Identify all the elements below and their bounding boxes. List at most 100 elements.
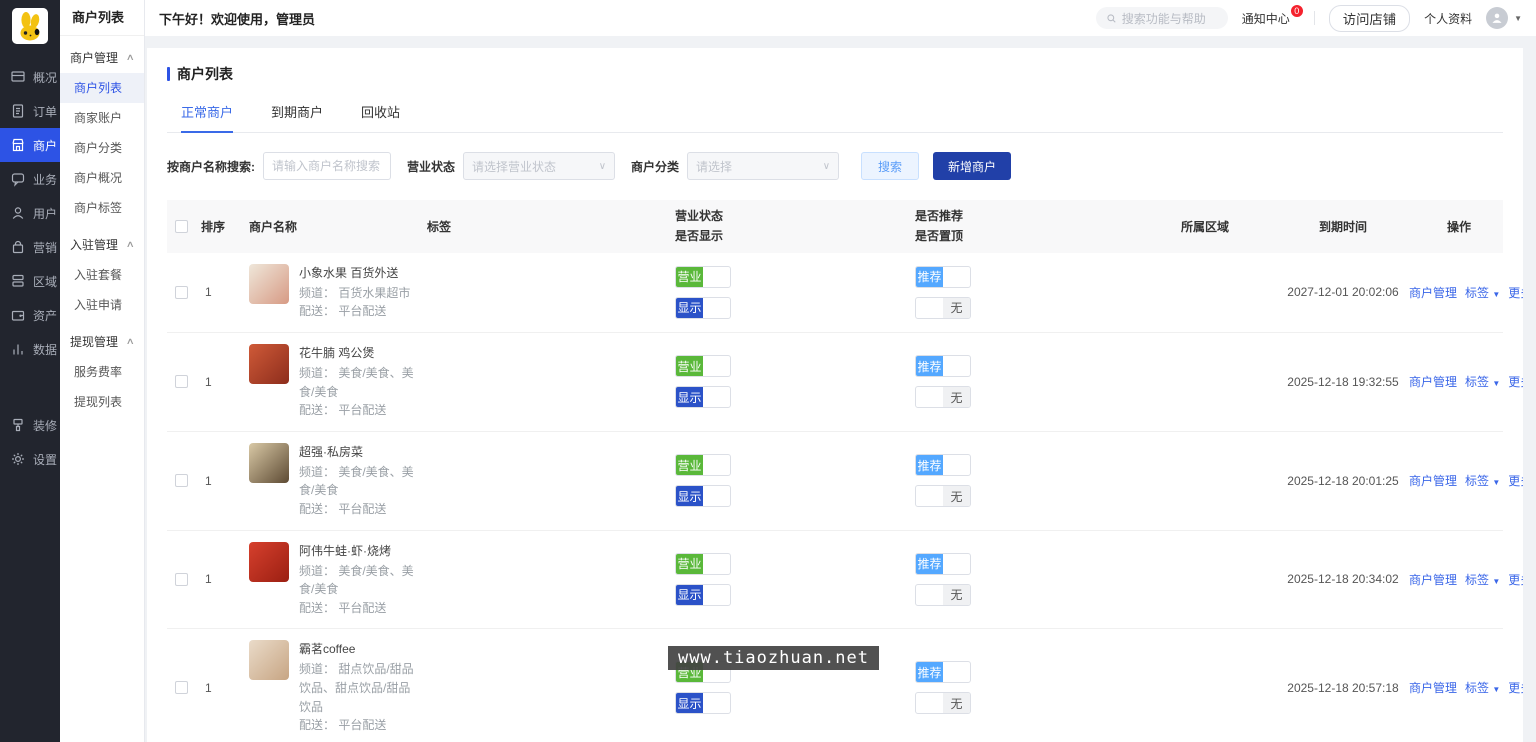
- manage-merchant-link[interactable]: 商户管理: [1409, 373, 1457, 390]
- tag-dropdown[interactable]: 标签 ▼: [1465, 373, 1500, 390]
- tag-dropdown[interactable]: 标签 ▼: [1465, 571, 1500, 588]
- show-status-toggle[interactable]: 显示: [675, 386, 731, 408]
- chart-icon: [10, 341, 26, 357]
- merchant-name-cell: 花牛腩 鸡公煲 频道： 美食/美食、美食/美食 配送： 平台配送: [249, 344, 427, 420]
- sidebar-item-settings[interactable]: 设置: [0, 442, 60, 476]
- open-status-toggle[interactable]: 营业: [675, 553, 731, 575]
- submenu-item[interactable]: 商户分类: [60, 133, 144, 163]
- chevron-up-icon: ∧: [126, 336, 135, 347]
- submenu-item[interactable]: 商户概况: [60, 163, 144, 193]
- recommend-toggle[interactable]: 推荐: [915, 661, 971, 683]
- submenu-item[interactable]: 商户列表: [60, 73, 144, 103]
- visit-shop-button[interactable]: 访问店铺: [1329, 5, 1410, 32]
- tag-dropdown[interactable]: 标签 ▼: [1465, 679, 1500, 696]
- submenu-group-header[interactable]: 提现管理 ∧: [60, 320, 144, 357]
- sidebar-item-marketing[interactable]: 营销: [0, 230, 60, 264]
- add-merchant-button[interactable]: 新增商户: [933, 152, 1011, 180]
- notification-center-link[interactable]: 通知中心 0: [1242, 10, 1300, 27]
- open-status-toggle[interactable]: 营业: [675, 454, 731, 476]
- submenu-item[interactable]: 入驻套餐: [60, 260, 144, 290]
- merchant-thumbnail: [249, 542, 289, 582]
- sidebar-item-business[interactable]: 业务: [0, 162, 60, 196]
- manage-merchant-link[interactable]: 商户管理: [1409, 571, 1457, 588]
- submenu-item[interactable]: 服务费率: [60, 357, 144, 387]
- submenu-item[interactable]: 商户标签: [60, 193, 144, 223]
- row-checkbox[interactable]: [175, 286, 188, 299]
- tab-到期商户[interactable]: 到期商户: [271, 102, 323, 132]
- show-status-toggle[interactable]: 显示: [675, 692, 731, 714]
- recommend-toggle[interactable]: 推荐: [915, 454, 971, 476]
- sidebar-item-fitment[interactable]: 装修: [0, 408, 60, 442]
- tab-正常商户[interactable]: 正常商户: [181, 102, 233, 132]
- more-dropdown[interactable]: 更多 ▼: [1508, 679, 1523, 696]
- table-row: 1 阿伟牛蛙·虾·烧烤 频道： 美食/美食、美食/美食 配送： 平台配送 营业 …: [167, 531, 1503, 630]
- more-dropdown[interactable]: 更多 ▼: [1508, 373, 1523, 390]
- chevron-up-icon: ∧: [126, 52, 135, 63]
- submenu-group-label: 提现管理: [70, 333, 118, 350]
- category-select[interactable]: 请选择∨: [687, 152, 839, 180]
- submenu-item[interactable]: 入驻申请: [60, 290, 144, 320]
- submenu-group-header[interactable]: 入驻管理∧: [60, 223, 144, 260]
- merchant-name-cell: 小象水果 百货外送 频道： 百货水果超市 配送： 平台配送: [249, 264, 427, 321]
- row-checkbox[interactable]: [175, 474, 188, 487]
- merchant-delivery: 配送： 平台配送: [299, 401, 417, 420]
- more-dropdown[interactable]: 更多 ▼: [1508, 571, 1523, 588]
- top-toggle[interactable]: 无: [915, 692, 971, 714]
- sidebar-item-region[interactable]: 区域: [0, 264, 60, 298]
- profile-link[interactable]: 个人资料: [1424, 10, 1472, 27]
- sidebar-item-merchants[interactable]: 商户: [0, 128, 60, 162]
- top-toggle[interactable]: 无: [915, 485, 971, 507]
- avatar-caret-icon[interactable]: ▼: [1514, 14, 1522, 23]
- sidebar-item-label: 资产: [33, 307, 57, 324]
- global-search-input[interactable]: 搜索功能与帮助: [1096, 7, 1228, 29]
- col-expire: 到期时间: [1277, 218, 1409, 235]
- col-action: 操作: [1409, 218, 1503, 235]
- merchant-channel: 频道： 美食/美食、美食/美食: [299, 463, 417, 500]
- avatar[interactable]: [1486, 7, 1508, 29]
- top-toggle[interactable]: 无: [915, 386, 971, 408]
- recommend-toggle[interactable]: 推荐: [915, 553, 971, 575]
- tab-回收站[interactable]: 回收站: [361, 102, 400, 132]
- more-dropdown[interactable]: 更多 ▼: [1508, 284, 1523, 301]
- manage-merchant-link[interactable]: 商户管理: [1409, 284, 1457, 301]
- open-status-toggle[interactable]: 营业: [675, 355, 731, 377]
- tag-dropdown[interactable]: 标签 ▼: [1465, 472, 1500, 489]
- submenu-item[interactable]: 商家账户: [60, 103, 144, 133]
- recommend-toggle[interactable]: 推荐: [915, 266, 971, 288]
- show-status-toggle[interactable]: 显示: [675, 485, 731, 507]
- show-status-toggle[interactable]: 显示: [675, 297, 731, 319]
- merchant-delivery: 配送： 平台配送: [299, 599, 417, 618]
- more-dropdown[interactable]: 更多 ▼: [1508, 472, 1523, 489]
- bag-icon: [10, 239, 26, 255]
- wallet-icon: [10, 307, 26, 323]
- app-logo[interactable]: [12, 8, 48, 44]
- merchant-name-input[interactable]: [263, 152, 391, 180]
- chevron-up-icon: ∧: [126, 239, 135, 250]
- sidebar-item-orders[interactable]: 订单: [0, 94, 60, 128]
- table-row: 1 小象水果 百货外送 频道： 百货水果超市 配送： 平台配送 营业 显示 推荐…: [167, 253, 1503, 333]
- recommend-toggles: 推荐 无: [915, 355, 1181, 408]
- manage-merchant-link[interactable]: 商户管理: [1409, 679, 1457, 696]
- sidebar-item-assets[interactable]: 资产: [0, 298, 60, 332]
- row-checkbox[interactable]: [175, 681, 188, 694]
- tag-dropdown[interactable]: 标签 ▼: [1465, 284, 1500, 301]
- submenu-item[interactable]: 提现列表: [60, 387, 144, 417]
- recommend-toggle[interactable]: 推荐: [915, 355, 971, 377]
- top-toggle[interactable]: 无: [915, 297, 971, 319]
- row-checkbox[interactable]: [175, 375, 188, 388]
- filter-bar: 按商户名称搜索: 营业状态 请选择营业状态∨ 商户分类 请选择∨ 搜索 新增商户: [167, 152, 1503, 180]
- sidebar-item-data[interactable]: 数据: [0, 332, 60, 366]
- sub-sidebar-title: 商户列表: [60, 0, 144, 36]
- header-divider: [1314, 11, 1315, 25]
- open-status-toggle[interactable]: 营业: [675, 266, 731, 288]
- submenu-group-header[interactable]: 商户管理∧: [60, 36, 144, 73]
- sidebar-item-overview[interactable]: 概况: [0, 60, 60, 94]
- top-toggle[interactable]: 无: [915, 584, 971, 606]
- show-status-toggle[interactable]: 显示: [675, 584, 731, 606]
- select-all-checkbox[interactable]: [175, 220, 188, 233]
- search-button[interactable]: 搜索: [861, 152, 919, 180]
- manage-merchant-link[interactable]: 商户管理: [1409, 472, 1457, 489]
- status-select[interactable]: 请选择营业状态∨: [463, 152, 615, 180]
- sidebar-item-users[interactable]: 用户: [0, 196, 60, 230]
- row-checkbox[interactable]: [175, 573, 188, 586]
